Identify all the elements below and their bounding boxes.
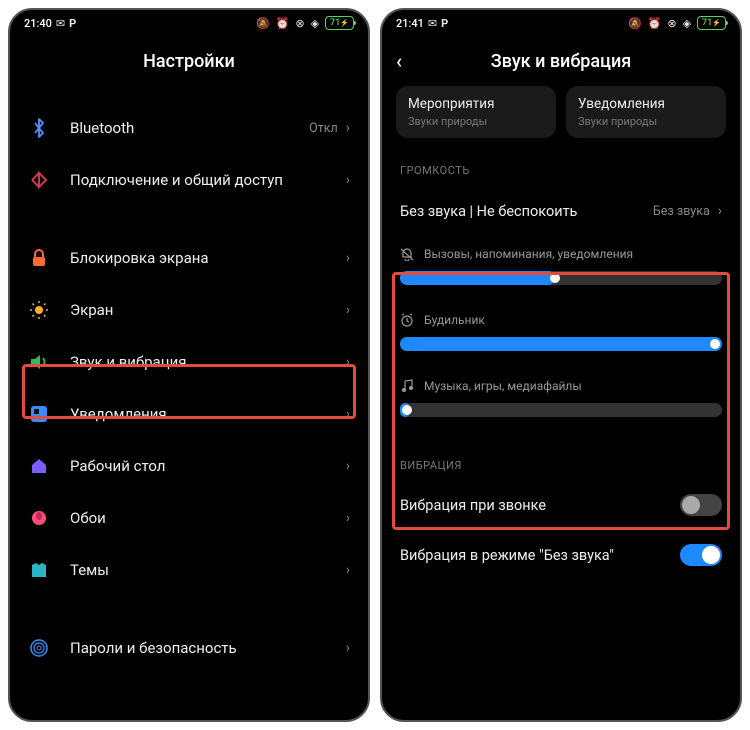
row-lock-screen[interactable]: Блокировка экрана › [10, 232, 368, 284]
slider-label: Будильник [424, 313, 485, 327]
dnd-icon: 🔕 [628, 17, 642, 30]
sound-icon [28, 351, 50, 373]
row-label: Рабочий стол [70, 457, 346, 475]
sun-icon [28, 299, 50, 321]
row-silent-dnd[interactable]: Без звука | Не беспокоить Без звука › [382, 185, 740, 237]
toggle-vibrate-silent: Вибрация в режиме "Без звука" [382, 530, 740, 580]
row-display[interactable]: Экран › [10, 284, 368, 336]
wifi-icon: ◈ [311, 17, 319, 30]
row-passwords-security[interactable]: Пароли и безопасность › [10, 622, 368, 674]
phone-left: 21:40 ✉ P 🔕 ⏰ ⊗ ◈ 71⚡ Настройки Bluetoot… [8, 8, 370, 722]
battery-icon: 71⚡ [697, 16, 726, 30]
ringtone-cards: Мероприятия Звуки природы Уведомления Зв… [382, 86, 740, 148]
alarm-icon: ⏰ [276, 17, 290, 30]
status-time: 21:40 [24, 17, 52, 30]
row-label: Подключение и общий доступ [70, 171, 346, 189]
page-header: Настройки [10, 36, 368, 86]
bell-off-icon [400, 247, 414, 261]
battery-icon: 71⚡ [325, 16, 354, 30]
page-title: Настройки [143, 51, 235, 72]
phone-right: 21:41 ✉ P 🔕 ⏰ ⊗ ◈ 71⚡ ‹ Звук и вибрация … [380, 8, 742, 722]
toggle-label: Вибрация в режиме "Без звука" [400, 547, 680, 564]
volume-slider-media[interactable] [400, 403, 722, 417]
toggle-switch[interactable] [680, 494, 722, 516]
row-sound-vibration[interactable]: Звук и вибрация › [10, 336, 368, 388]
card-events[interactable]: Мероприятия Звуки природы [396, 86, 556, 138]
row-label: Блокировка экрана [70, 249, 346, 267]
row-label: Звук и вибрация [70, 353, 346, 371]
row-label: Уведомления [70, 405, 346, 423]
slider-ringtone: Вызовы, напоминания, уведомления [382, 237, 740, 297]
back-button[interactable]: ‹ [396, 49, 402, 73]
sim-icon: ⊗ [667, 17, 676, 30]
parking-icon: P [441, 17, 448, 30]
toggle-vibrate-call: Вибрация при звонке [382, 480, 740, 530]
chevron-right-icon: › [346, 172, 350, 188]
row-label: Пароли и безопасность [70, 639, 346, 657]
wallpaper-icon [28, 507, 50, 529]
row-notifications[interactable]: Уведомления › [10, 388, 368, 440]
card-title: Мероприятия [408, 96, 544, 112]
row-label: Без звука | Не беспокоить [400, 203, 653, 220]
row-bluetooth[interactable]: Bluetooth Откл › [10, 102, 368, 154]
mail-icon: ✉ [56, 17, 65, 30]
chevron-right-icon: › [346, 640, 350, 656]
mail-icon: ✉ [428, 17, 437, 30]
chevron-right-icon: › [346, 354, 350, 370]
row-connection-sharing[interactable]: Подключение и общий доступ › [10, 154, 368, 206]
row-themes[interactable]: Темы › [10, 544, 368, 596]
slider-alarm: Будильник [382, 297, 740, 363]
slider-label: Музыка, игры, медиафайлы [424, 379, 582, 393]
slider-media: Музыка, игры, медиафайлы [382, 363, 740, 429]
sim-icon: ⊗ [295, 17, 304, 30]
volume-slider-ringtone[interactable] [400, 271, 722, 285]
row-wallpaper[interactable]: Обои › [10, 492, 368, 544]
parking-icon: P [69, 17, 76, 30]
chevron-right-icon: › [346, 510, 350, 526]
chevron-right-icon: › [346, 562, 350, 578]
fingerprint-icon [28, 637, 50, 659]
wifi-icon: ◈ [683, 17, 691, 30]
alarm-icon [400, 313, 414, 327]
card-subtitle: Звуки природы [578, 115, 714, 128]
chevron-right-icon: › [346, 302, 350, 318]
toggle-switch[interactable] [680, 544, 722, 566]
chevron-right-icon: › [718, 203, 722, 219]
bluetooth-icon [28, 117, 50, 139]
card-subtitle: Звуки природы [408, 115, 544, 128]
slider-label: Вызовы, напоминания, уведомления [424, 247, 633, 261]
lock-icon [28, 247, 50, 269]
row-value: Откл [309, 121, 338, 136]
section-vibration: ВИБРАЦИЯ [382, 429, 740, 480]
volume-slider-alarm[interactable] [400, 337, 722, 351]
chevron-right-icon: › [346, 120, 350, 136]
chevron-right-icon: › [346, 250, 350, 266]
row-label: Темы [70, 561, 346, 579]
row-label: Обои [70, 509, 346, 527]
home-icon [28, 455, 50, 477]
chevron-right-icon: › [346, 406, 350, 422]
card-notifications[interactable]: Уведомления Звуки природы [566, 86, 726, 138]
status-bar: 21:41 ✉ P 🔕 ⏰ ⊗ ◈ 71⚡ [382, 10, 740, 36]
status-time: 21:41 [396, 17, 424, 30]
dnd-icon: 🔕 [256, 17, 270, 30]
sound-content: Мероприятия Звуки природы Уведомления Зв… [382, 86, 740, 720]
section-volume: ГРОМКОСТЬ [382, 148, 740, 185]
music-icon [400, 379, 414, 393]
card-title: Уведомления [578, 96, 714, 112]
page-header: ‹ Звук и вибрация [382, 36, 740, 86]
page-title: Звук и вибрация [491, 51, 631, 72]
notification-icon [28, 403, 50, 425]
row-label: Bluetooth [70, 119, 309, 137]
share-icon [28, 169, 50, 191]
settings-content: Bluetooth Откл › Подключение и общий дос… [10, 86, 368, 720]
chevron-right-icon: › [346, 458, 350, 474]
row-value: Без звука [653, 204, 710, 219]
alarm-icon: ⏰ [648, 17, 662, 30]
themes-icon [28, 559, 50, 581]
row-label: Экран [70, 301, 346, 319]
status-bar: 21:40 ✉ P 🔕 ⏰ ⊗ ◈ 71⚡ [10, 10, 368, 36]
row-home-screen[interactable]: Рабочий стол › [10, 440, 368, 492]
toggle-label: Вибрация при звонке [400, 497, 680, 514]
